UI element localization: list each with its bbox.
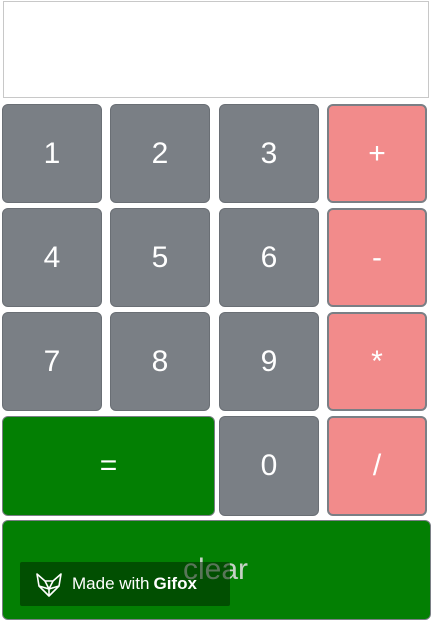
plus-button[interactable]: + bbox=[327, 104, 427, 203]
calculator-display bbox=[3, 1, 429, 98]
digit-5-button[interactable]: 5 bbox=[110, 208, 210, 307]
digit-6-button[interactable]: 6 bbox=[219, 208, 319, 307]
digit-3-button[interactable]: 3 bbox=[219, 104, 319, 203]
digit-0-button[interactable]: 0 bbox=[219, 416, 319, 516]
digit-9-button[interactable]: 9 bbox=[219, 312, 319, 411]
digit-8-button[interactable]: 8 bbox=[110, 312, 210, 411]
equals-button[interactable]: = bbox=[2, 416, 215, 516]
digit-4-button[interactable]: 4 bbox=[2, 208, 102, 307]
digit-7-button[interactable]: 7 bbox=[2, 312, 102, 411]
digit-2-button[interactable]: 2 bbox=[110, 104, 210, 203]
watermark-brand: Gifox bbox=[153, 574, 197, 593]
fox-logo-icon bbox=[36, 573, 62, 597]
divide-button[interactable]: / bbox=[327, 416, 427, 516]
watermark-prefix: Made with bbox=[72, 574, 150, 593]
multiply-button[interactable]: * bbox=[327, 312, 427, 411]
gifox-watermark: Made with Gifox bbox=[20, 562, 230, 606]
digit-1-button[interactable]: 1 bbox=[2, 104, 102, 203]
minus-button[interactable]: - bbox=[327, 208, 427, 307]
